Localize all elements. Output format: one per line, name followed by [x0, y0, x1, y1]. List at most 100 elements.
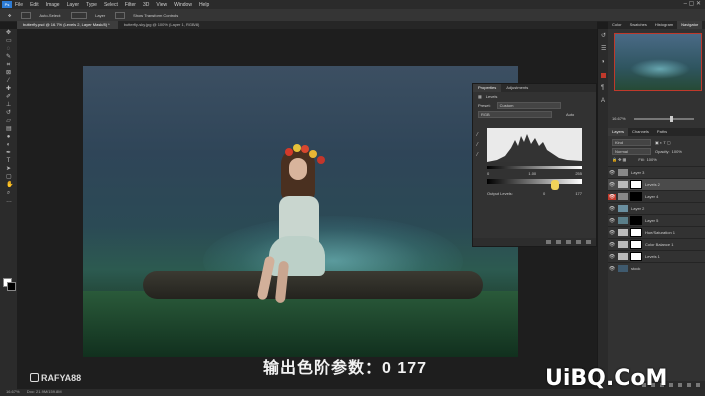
output-black[interactable]: 0: [543, 191, 545, 196]
reset-icon[interactable]: [566, 240, 571, 244]
layer-name[interactable]: stock: [631, 266, 640, 271]
tab-color[interactable]: Color: [608, 21, 626, 29]
tab-properties[interactable]: Properties: [473, 84, 502, 92]
frame-icon[interactable]: ⊠: [6, 70, 11, 76]
brush-icon[interactable]: ✐: [6, 94, 11, 100]
hand-icon[interactable]: ✋: [6, 182, 13, 188]
tab-butterfly-sky[interactable]: butterfly-sky.jpg @ 100% (Layer 1, RGB/8…: [118, 21, 208, 29]
path-select-icon[interactable]: ➤: [6, 166, 11, 172]
auto-button[interactable]: Auto: [566, 112, 574, 117]
menu-select[interactable]: Select: [104, 2, 118, 8]
character-icon[interactable]: A: [601, 98, 606, 104]
layer-mask-thumbnail[interactable]: [630, 180, 642, 189]
layer-name[interactable]: Color Balance 1: [645, 242, 673, 247]
black-eyedropper-icon[interactable]: ⁄: [477, 132, 482, 138]
trash-icon[interactable]: [586, 240, 591, 244]
layer-row-color-balance-1[interactable]: 👁 Color Balance 1: [608, 238, 705, 250]
tab-swatches[interactable]: Swatches: [626, 21, 651, 29]
input-gamma[interactable]: 1.00: [528, 171, 536, 176]
auto-select-checkbox[interactable]: [21, 11, 32, 19]
layer-row-layer-4[interactable]: 👁 Layer 4: [608, 190, 705, 202]
gradient-icon[interactable]: ▤: [6, 126, 12, 132]
menu-help[interactable]: Help: [199, 2, 209, 8]
new-layer-icon[interactable]: [687, 383, 691, 387]
document-canvas[interactable]: [83, 66, 518, 357]
eye-icon[interactable]: 👁: [608, 242, 616, 248]
layer-name[interactable]: Layer 3: [631, 170, 644, 175]
eye-icon[interactable]: 👁: [608, 230, 616, 236]
stamp-icon[interactable]: ⊥: [6, 102, 11, 108]
tab-layers[interactable]: Layers: [608, 128, 629, 136]
history-icon[interactable]: ↺: [601, 33, 606, 39]
pen-icon[interactable]: ✒: [6, 150, 11, 156]
more-tools-icon[interactable]: …: [6, 198, 12, 204]
eye-icon[interactable]: 👁: [608, 170, 616, 176]
adjustments-icon[interactable]: ◑: [601, 59, 606, 65]
eye-icon[interactable]: 👁: [608, 218, 616, 224]
eye-icon[interactable]: 👁: [608, 254, 616, 260]
layer-name[interactable]: Layer 2: [631, 206, 644, 211]
type-icon[interactable]: T: [6, 158, 11, 164]
eyedropper-icon[interactable]: ⁄: [6, 78, 11, 84]
visibility-icon[interactable]: [576, 240, 581, 244]
dodge-icon[interactable]: ◐: [6, 142, 11, 148]
menu-file[interactable]: File: [15, 2, 23, 8]
menu-edit[interactable]: Edit: [30, 2, 39, 8]
crop-icon[interactable]: ⌗: [6, 62, 11, 68]
menu-filter[interactable]: Filter: [125, 2, 136, 8]
output-levels-slider[interactable]: [487, 179, 582, 184]
quick-select-icon[interactable]: ✎: [6, 54, 11, 60]
tab-navigator[interactable]: Navigator: [677, 21, 703, 29]
show-transform-checkbox[interactable]: [115, 11, 126, 19]
blur-icon[interactable]: ●: [6, 134, 11, 140]
layer-kind-select[interactable]: Kind: [612, 138, 651, 146]
layer-row-layer-2[interactable]: 👁 Layer 2: [608, 202, 705, 214]
layer-mask-thumbnail[interactable]: [630, 252, 642, 261]
preset-select[interactable]: Custom: [496, 102, 561, 109]
layer-mask-thumbnail[interactable]: [630, 228, 642, 237]
lock-icons[interactable]: 🔒 ✥ ▦: [612, 157, 626, 162]
input-levels-slider[interactable]: [487, 166, 582, 169]
menu-layer[interactable]: Layer: [67, 2, 80, 8]
input-black[interactable]: 0: [487, 171, 489, 176]
layer-row-layer-5[interactable]: 👁 Layer 5: [608, 214, 705, 226]
layer-row-levels-1[interactable]: 👁 Levels 1: [608, 250, 705, 262]
tab-paths[interactable]: Paths: [653, 128, 671, 136]
blend-mode-select[interactable]: Normal: [612, 147, 651, 155]
layer-name[interactable]: Layer 4: [645, 194, 658, 199]
marquee-icon[interactable]: ▭: [6, 38, 12, 44]
layer-row-layer-3[interactable]: 👁 Layer 3: [608, 166, 705, 178]
eye-icon[interactable]: 👁: [608, 182, 616, 188]
delete-layer-icon[interactable]: [696, 383, 700, 387]
layer-name[interactable]: Hue/Saturation 1: [645, 230, 675, 235]
new-group-icon[interactable]: [678, 383, 682, 387]
filter-icons[interactable]: ▣ ◐ T ▢: [655, 140, 671, 145]
history-brush-icon[interactable]: ↺: [6, 110, 11, 116]
white-eyedropper-icon[interactable]: ⁄: [477, 152, 482, 158]
status-zoom[interactable]: 16.67%: [6, 389, 20, 394]
view-previous-icon[interactable]: [556, 240, 561, 244]
tab-adjustments[interactable]: Adjustments: [501, 84, 533, 92]
new-adjustment-icon[interactable]: [669, 383, 673, 387]
background-color-swatch[interactable]: [7, 282, 16, 291]
layer-row-stock[interactable]: 👁 stock: [608, 262, 705, 274]
eraser-icon[interactable]: ▱: [6, 118, 11, 124]
menu-image[interactable]: Image: [46, 2, 60, 8]
properties-icon[interactable]: ☰: [601, 46, 606, 52]
tab-channels[interactable]: Channels: [628, 128, 653, 136]
eye-icon[interactable]: 👁: [608, 266, 616, 272]
menu-type[interactable]: Type: [86, 2, 97, 8]
zoom-icon[interactable]: ⌕: [6, 190, 11, 196]
tab-butterfly-psd[interactable]: butterfly.psd @ 16.7% (Levels 2, Layer M…: [17, 21, 118, 29]
layer-select[interactable]: [71, 11, 88, 19]
menu-3d[interactable]: 3D: [143, 2, 149, 8]
output-white[interactable]: 177: [575, 191, 582, 196]
layer-mask-thumbnail[interactable]: [630, 192, 642, 201]
move-icon[interactable]: ✥: [6, 30, 11, 36]
lasso-icon[interactable]: ◌: [6, 46, 11, 52]
opacity-value[interactable]: 100%: [672, 149, 682, 154]
layer-name[interactable]: Levels 2: [645, 182, 660, 187]
window-controls-icon[interactable]: – ▢ ✕: [684, 0, 701, 7]
input-white[interactable]: 255: [575, 171, 582, 176]
move-tool-icon[interactable]: ✥: [8, 13, 11, 18]
